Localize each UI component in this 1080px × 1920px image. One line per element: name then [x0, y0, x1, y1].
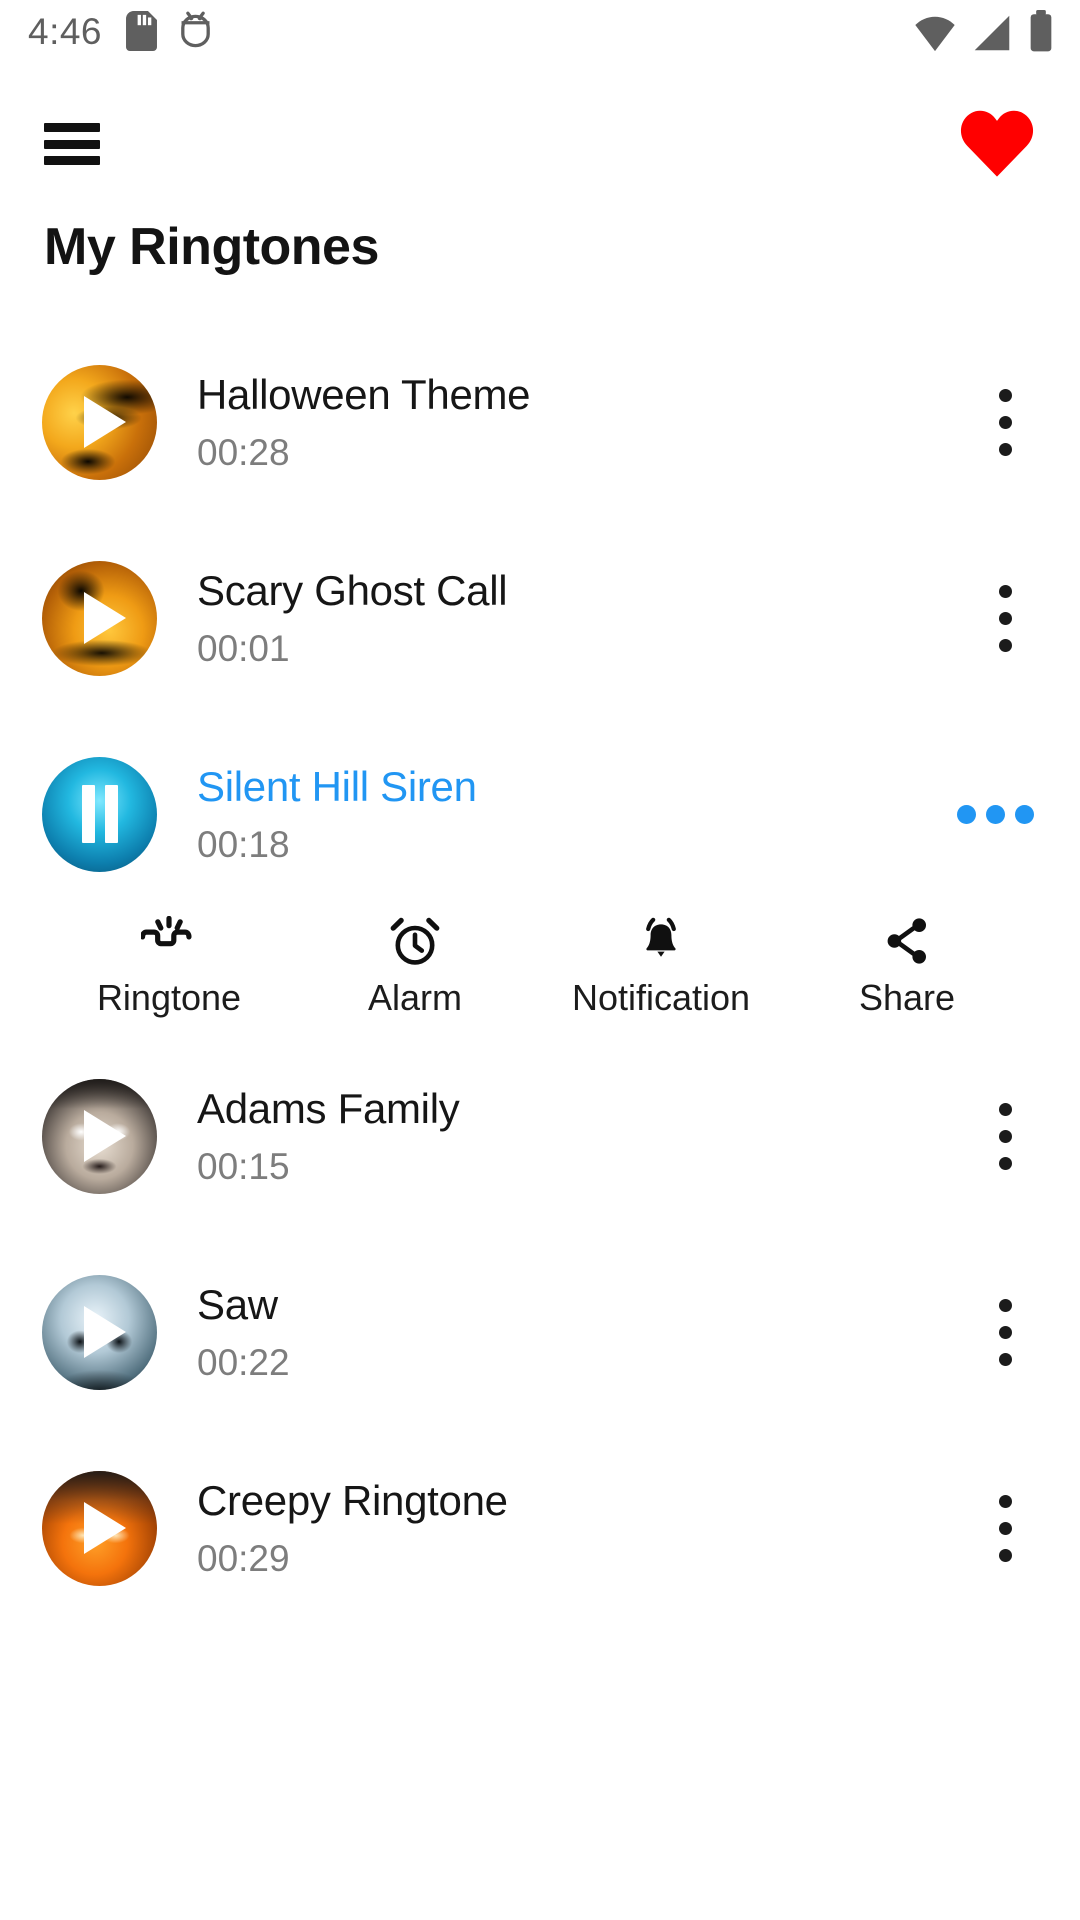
play-icon[interactable] [42, 365, 157, 480]
action-label: Ringtone [96, 977, 242, 1019]
ringing-phone-icon [141, 912, 197, 970]
play-icon[interactable] [42, 1275, 157, 1390]
alarm-clock-icon [388, 912, 442, 970]
ringtone-title: Halloween Theme [197, 371, 531, 419]
list-item[interactable]: Adams Family 00:15 [0, 1038, 1080, 1234]
hamburger-menu-icon[interactable] [44, 123, 100, 165]
ringtone-title: Scary Ghost Call [197, 567, 508, 615]
ringtone-title: Silent Hill Siren [197, 763, 477, 811]
set-as-notification-button[interactable]: Notification [538, 912, 784, 1018]
hamburger-bar [44, 156, 100, 165]
ringtone-thumbnail[interactable] [42, 1078, 157, 1194]
play-icon[interactable] [42, 1471, 157, 1586]
hamburger-bar [44, 123, 100, 132]
app-bar [0, 94, 1080, 194]
list-item-text: Silent Hill Siren 00:18 [157, 763, 950, 865]
ringtone-duration: 00:15 [197, 1145, 290, 1187]
wifi-icon [914, 14, 956, 52]
ringtone-list: Halloween Theme 00:28 Scary Ghost Call 0… [0, 324, 1080, 1626]
list-item[interactable]: Creepy Ringtone 00:29 [0, 1430, 1080, 1626]
heart-icon[interactable] [954, 104, 1040, 184]
overflow-menu-vertical-icon[interactable] [970, 1088, 1040, 1184]
play-icon[interactable] [42, 561, 157, 676]
battery-icon [1028, 10, 1054, 52]
status-bar-right-icons [914, 10, 1054, 52]
overflow-menu-horizontal-icon[interactable] [950, 766, 1040, 862]
action-label: Alarm [367, 977, 462, 1019]
ringtone-thumbnail[interactable] [42, 1274, 157, 1390]
page-title: My Ringtones [44, 218, 379, 276]
share-button[interactable]: Share [784, 912, 1030, 1018]
ringtone-thumbnail[interactable] [42, 1470, 157, 1586]
set-as-ringtone-button[interactable]: Ringtone [46, 912, 292, 1018]
bell-icon [636, 912, 686, 970]
ringtone-action-bar: Ringtone Alarm Notification Share [0, 912, 1080, 1038]
ringtone-duration: 00:01 [197, 627, 290, 669]
list-item[interactable]: Saw 00:22 [0, 1234, 1080, 1430]
ringtone-title: Creepy Ringtone [197, 1477, 508, 1525]
android-debug-icon [179, 11, 212, 51]
ringtone-thumbnail[interactable] [42, 364, 157, 480]
overflow-menu-vertical-icon[interactable] [970, 1284, 1040, 1380]
list-item-text: Saw 00:22 [157, 1281, 970, 1383]
action-label: Notification [571, 977, 751, 1019]
list-item[interactable]: Halloween Theme 00:28 [0, 324, 1080, 520]
status-bar-left-icons [126, 11, 212, 51]
ringtone-duration: 00:28 [197, 431, 290, 473]
overflow-menu-vertical-icon[interactable] [970, 374, 1040, 470]
overflow-menu-vertical-icon[interactable] [970, 1480, 1040, 1576]
list-item-selected[interactable]: Silent Hill Siren 00:18 [0, 716, 1080, 912]
list-item-text: Creepy Ringtone 00:29 [157, 1477, 970, 1579]
ringtone-thumbnail[interactable] [42, 560, 157, 676]
sd-card-icon [126, 11, 157, 51]
pause-icon[interactable] [42, 757, 157, 872]
list-item-text: Scary Ghost Call 00:01 [157, 567, 970, 669]
ringtone-thumbnail[interactable] [42, 756, 157, 872]
action-label: Share [858, 977, 956, 1019]
set-as-alarm-button[interactable]: Alarm [292, 912, 538, 1018]
status-bar: 4:46 [0, 0, 1080, 62]
play-icon[interactable] [42, 1079, 157, 1194]
list-item-text: Adams Family 00:15 [157, 1085, 970, 1187]
ringtone-duration: 00:18 [197, 823, 290, 865]
ringtone-duration: 00:29 [197, 1537, 290, 1579]
hamburger-bar [44, 139, 100, 149]
list-item-text: Halloween Theme 00:28 [157, 371, 970, 473]
share-nodes-icon [882, 912, 932, 970]
status-bar-clock: 4:46 [28, 10, 103, 52]
ringtone-title: Saw [197, 1281, 278, 1329]
overflow-menu-vertical-icon[interactable] [970, 570, 1040, 666]
ringtone-duration: 00:22 [197, 1341, 290, 1383]
cellular-signal-icon [972, 14, 1012, 52]
list-item[interactable]: Scary Ghost Call 00:01 [0, 520, 1080, 716]
ringtone-title: Adams Family [197, 1085, 460, 1133]
